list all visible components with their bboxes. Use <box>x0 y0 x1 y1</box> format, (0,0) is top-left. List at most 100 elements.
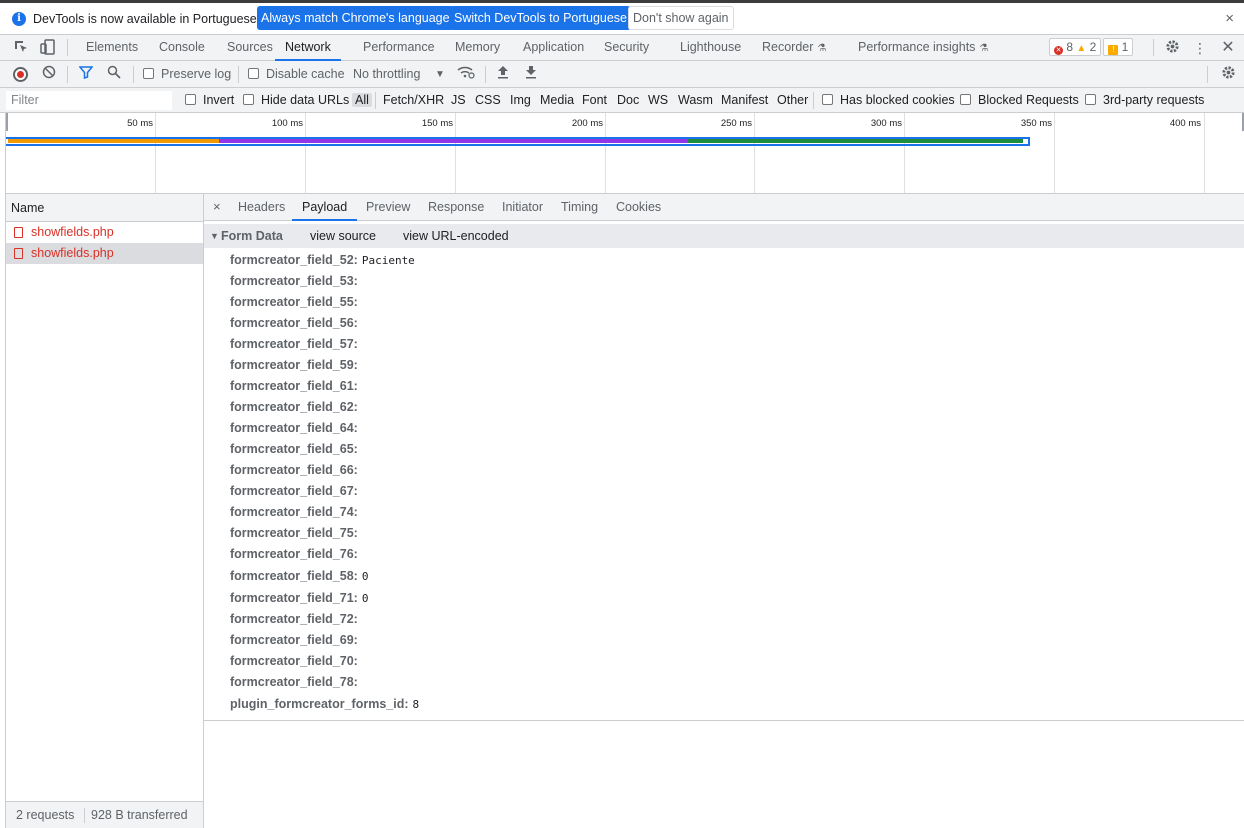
tab-response[interactable]: Response <box>428 194 484 221</box>
form-field-row: formcreator_field_69: <box>230 630 362 651</box>
grid-line <box>605 113 606 193</box>
form-data-section-header[interactable]: ▼ Form Data view source view URL-encoded <box>204 224 1244 248</box>
grid-line <box>904 113 905 193</box>
errors-warnings-counter[interactable]: ✕ 8 ▲ 2 <box>1049 38 1102 56</box>
tab-timing[interactable]: Timing <box>561 194 598 221</box>
match-language-button[interactable]: Always match Chrome's language <box>257 6 454 30</box>
search-icon[interactable] <box>105 65 123 83</box>
third-party-label: 3rd-party requests <box>1103 93 1205 107</box>
tab-memory[interactable]: Memory <box>455 35 500 61</box>
tab-performance-insights-label: Performance insights <box>858 40 976 54</box>
tick-label: 150 ms <box>421 118 453 129</box>
blocked-cookies-checkbox[interactable] <box>822 94 833 105</box>
field-key: formcreator_field_65: <box>230 442 358 456</box>
tab-application[interactable]: Application <box>523 35 584 61</box>
field-key: formcreator_field_75: <box>230 526 358 540</box>
clear-icon[interactable] <box>40 65 58 83</box>
view-url-encoded-link[interactable]: view URL-encoded <box>403 224 509 248</box>
chevron-down-icon[interactable]: ▼ <box>435 69 445 80</box>
tab-network[interactable]: Network <box>275 35 341 61</box>
toolbar-divider <box>133 66 134 83</box>
dont-show-again-button[interactable]: Don't show again <box>628 6 734 30</box>
filter-type-wasm[interactable]: Wasm <box>678 93 713 107</box>
network-conditions-icon[interactable] <box>457 65 475 83</box>
tab-performance[interactable]: Performance <box>363 35 435 61</box>
form-field-row: formcreator_field_56: <box>230 313 362 334</box>
tab-recorder[interactable]: Recorder ⚗ <box>762 35 826 61</box>
tab-headers[interactable]: Headers <box>238 194 285 221</box>
inspect-element-icon[interactable] <box>12 39 30 57</box>
close-detail-icon[interactable]: × <box>213 199 221 214</box>
filter-type-font[interactable]: Font <box>582 93 607 107</box>
form-field-row: formcreator_field_66: <box>230 460 362 481</box>
form-field-row: formcreator_field_61: <box>230 376 362 397</box>
filter-input[interactable]: Filter <box>6 91 172 110</box>
error-icon: ✕ <box>1054 46 1063 55</box>
tick-label: 200 ms <box>571 118 603 129</box>
tab-payload[interactable]: Payload <box>292 194 358 221</box>
overview-resize-handle[interactable] <box>6 113 8 131</box>
field-key: plugin_formcreator_forms_id: <box>230 697 409 711</box>
tab-console[interactable]: Console <box>159 35 205 61</box>
switch-language-button[interactable]: Switch DevTools to Portuguese <box>450 6 632 30</box>
filter-type-all[interactable]: All <box>352 93 372 107</box>
disable-cache-checkbox[interactable] <box>248 68 259 79</box>
filter-type-css[interactable]: CSS <box>475 93 501 107</box>
field-value: 8 <box>412 698 420 711</box>
tab-elements[interactable]: Elements <box>86 35 138 61</box>
filter-type-ws[interactable]: WS <box>648 93 668 107</box>
experiment-flask-icon: ⚗ <box>979 43 989 54</box>
transferred-size: 928 B transferred <box>91 808 188 822</box>
name-column-header[interactable]: Name <box>6 194 203 222</box>
tab-security[interactable]: Security <box>604 35 649 61</box>
import-har-icon[interactable] <box>494 65 512 83</box>
third-party-checkbox[interactable] <box>1085 94 1096 105</box>
request-detail-panel: × Headers Payload Preview Response Initi… <box>204 194 1244 828</box>
toolbar-divider <box>1153 39 1154 56</box>
request-name: showfields.php <box>31 246 114 260</box>
issues-counter[interactable]: ! 1 <box>1103 38 1134 56</box>
filter-type-fetch-xhr[interactable]: Fetch/XHR <box>383 93 444 107</box>
blocked-cookies-label: Has blocked cookies <box>840 93 955 107</box>
tab-initiator[interactable]: Initiator <box>502 194 543 221</box>
invert-checkbox[interactable] <box>185 94 196 105</box>
filter-type-media[interactable]: Media <box>540 93 574 107</box>
device-toolbar-icon[interactable] <box>39 39 57 57</box>
close-icon[interactable]: × <box>1225 10 1234 27</box>
form-field-row: formcreator_field_65: <box>230 439 362 460</box>
form-data-title: Form Data <box>221 229 283 243</box>
filter-type-other[interactable]: Other <box>777 93 808 107</box>
filter-type-manifest[interactable]: Manifest <box>721 93 768 107</box>
throttling-select[interactable]: No throttling <box>353 67 420 81</box>
filter-icon[interactable] <box>77 65 95 83</box>
network-overview-timeline[interactable]: 50 ms 100 ms 150 ms 200 ms 250 ms 300 ms… <box>5 113 1244 194</box>
tab-preview[interactable]: Preview <box>366 194 410 221</box>
form-field-row: formcreator_field_71: 0 <box>230 588 368 609</box>
close-devtools-icon[interactable]: ✕ <box>1219 39 1237 57</box>
blocked-requests-checkbox[interactable] <box>960 94 971 105</box>
tab-cookies[interactable]: Cookies <box>616 194 661 221</box>
tab-lighthouse[interactable]: Lighthouse <box>680 35 741 61</box>
toolbar-divider <box>813 92 814 109</box>
grid-line <box>455 113 456 193</box>
filter-type-img[interactable]: Img <box>510 93 531 107</box>
tab-performance-insights[interactable]: Performance insights ⚗ <box>858 35 988 61</box>
form-field-row: formcreator_field_67: <box>230 481 362 502</box>
settings-gear-icon[interactable] <box>1163 39 1181 57</box>
hide-data-urls-checkbox[interactable] <box>243 94 254 105</box>
field-key: formcreator_field_59: <box>230 358 358 372</box>
field-key: formcreator_field_61: <box>230 379 358 393</box>
more-options-icon[interactable]: ⋮ <box>1191 39 1209 57</box>
warning-count: 2 <box>1089 40 1097 54</box>
preserve-log-checkbox[interactable] <box>143 68 154 79</box>
view-source-link[interactable]: view source <box>310 224 376 248</box>
filter-type-js[interactable]: JS <box>451 93 466 107</box>
tab-sources[interactable]: Sources <box>227 35 273 61</box>
filter-type-doc[interactable]: Doc <box>617 93 639 107</box>
record-button-icon[interactable] <box>13 67 28 82</box>
request-row[interactable]: showfields.php <box>6 222 203 243</box>
request-row-selected[interactable]: showfields.php <box>6 243 203 264</box>
form-field-row: formcreator_field_78: <box>230 672 362 693</box>
network-settings-gear-icon[interactable] <box>1219 65 1237 83</box>
export-har-icon[interactable] <box>522 65 540 83</box>
